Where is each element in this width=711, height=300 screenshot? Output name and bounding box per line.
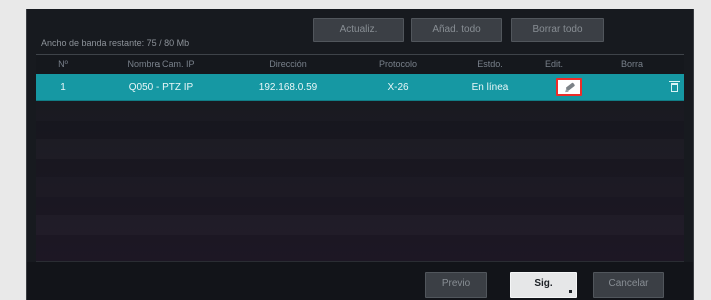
empty-table-band — [36, 177, 684, 197]
row-number: 1 — [60, 82, 66, 93]
toolbar: Ancho de banda restante: 75 / 80 Mb Actu… — [27, 9, 693, 54]
camera-status: En línea — [471, 82, 509, 93]
delete-cell — [580, 74, 684, 101]
table-row[interactable]: 1 Q050 - PTZ IP 192.168.0.59 X-26 En lín… — [36, 74, 684, 101]
sort-down-icon[interactable]: ↓ — [157, 61, 164, 69]
pencil-edit-icon[interactable] — [563, 80, 577, 94]
empty-table-band — [36, 215, 684, 235]
empty-table-band — [36, 101, 684, 121]
column-number-header[interactable]: Nº — [36, 55, 90, 74]
trash-icon[interactable] — [669, 81, 680, 92]
camera-address: 192.168.0.59 — [258, 82, 318, 93]
delete-all-button[interactable]: Borrar todo — [511, 18, 604, 42]
edit-button-highlight[interactable] — [556, 78, 582, 96]
bandwidth-remaining-label: Ancho de banda restante: 75 / 80 Mb — [41, 38, 190, 48]
table-header: Nº Nombre Cam. IP ↓ Dirección Protocolo … — [36, 55, 684, 74]
previous-button[interactable]: Previo — [425, 272, 487, 298]
cancel-button[interactable]: Cancelar — [593, 272, 664, 298]
mouse-cursor-icon — [569, 290, 572, 293]
empty-table-band — [36, 139, 684, 159]
column-status-header[interactable]: Estdo. — [452, 55, 528, 74]
column-protocol-header[interactable]: Protocolo — [344, 55, 452, 74]
column-address-header[interactable]: Dirección — [232, 55, 344, 74]
ip-camera-dialog: Ancho de banda restante: 75 / 80 Mb Actu… — [26, 9, 694, 300]
next-button[interactable]: Sig. — [510, 272, 577, 298]
ip-camera-table: Nº Nombre Cam. IP ↓ Dirección Protocolo … — [36, 54, 684, 262]
refresh-button[interactable]: Actualiz. — [313, 18, 404, 42]
column-edit-header[interactable]: Edit. — [528, 55, 580, 74]
camera-name: Q050 - PTZ IP — [128, 82, 194, 93]
column-delete-header[interactable]: Borra — [580, 55, 684, 74]
camera-protocol: X-26 — [387, 82, 409, 93]
add-all-button[interactable]: Añad. todo — [411, 18, 502, 42]
